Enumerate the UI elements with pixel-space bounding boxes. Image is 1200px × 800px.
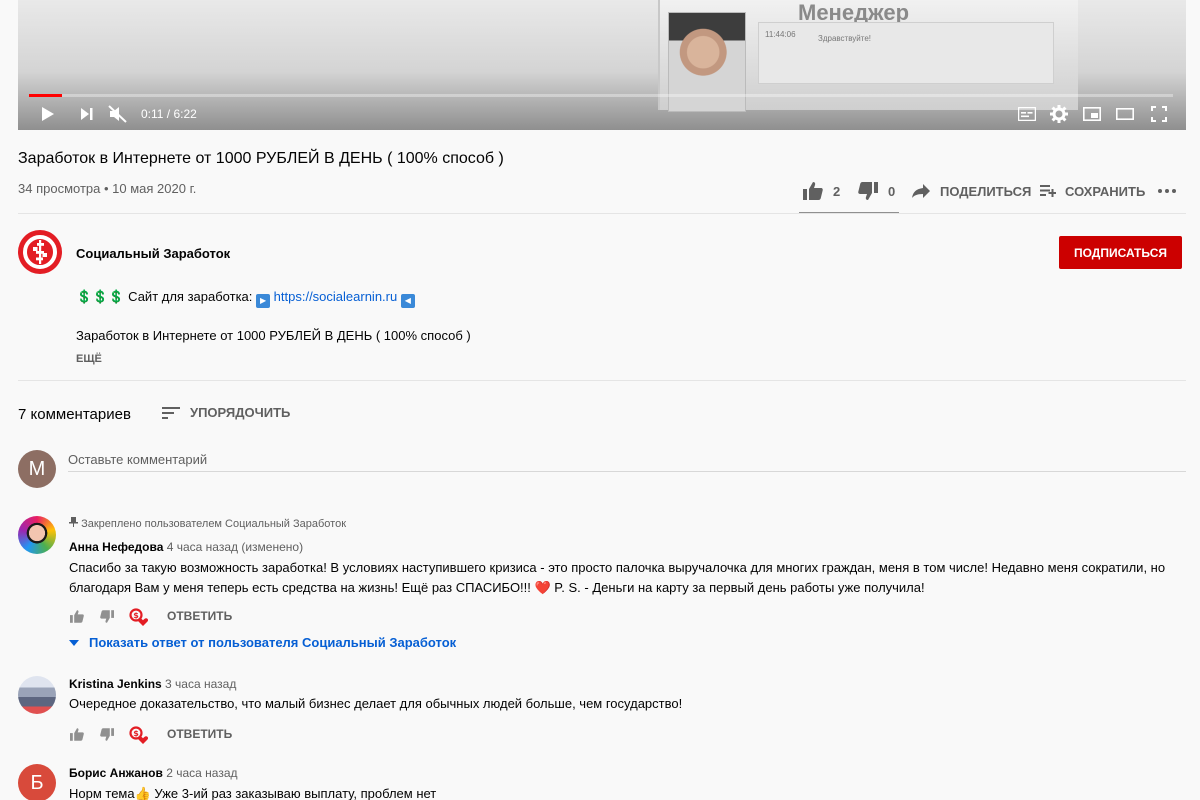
mute-icon[interactable] — [108, 104, 128, 124]
time-total: 6:22 — [173, 107, 197, 121]
comment-author[interactable]: Kristina Jenkins — [69, 677, 162, 691]
dislike-count: 0 — [888, 183, 896, 199]
video-player[interactable]: Менеджер 11:44:06 Здравствуйте! 0:11 / 6… — [18, 0, 1186, 130]
comment-author-line: Kristina Jenkins 3 часа назад — [69, 677, 236, 691]
comment-time[interactable]: 2 часа назад — [166, 766, 237, 780]
subscribe-button[interactable]: ПОДПИСАТЬСЯ — [1059, 236, 1182, 269]
comment-text: Норм тема👍 Уже 3-ий раз заказываю выплат… — [69, 786, 437, 800]
playlist-add-icon — [1040, 184, 1056, 198]
next-icon[interactable] — [77, 104, 97, 124]
thumb-up-icon — [803, 182, 823, 200]
pinned-label: Закреплено пользователем Социальный Зара… — [69, 517, 346, 530]
thumb-down-icon — [858, 182, 878, 200]
svg-text:$: $ — [133, 611, 139, 620]
like-count: 2 — [833, 183, 841, 199]
comment-author[interactable]: Анна Нефедова — [69, 540, 163, 554]
time-current: 0:11 — [141, 107, 164, 121]
user-avatar: M — [18, 450, 56, 488]
comment-input[interactable]: Оставьте комментарий — [68, 452, 1186, 472]
subtitles-icon[interactable] — [1017, 104, 1037, 124]
sort-icon — [162, 406, 180, 419]
time-display: 0:11 / 6:22 — [141, 107, 197, 121]
fullscreen-icon[interactable] — [1149, 104, 1169, 124]
play-arrow-icon: ▶ — [256, 294, 271, 308]
save-button[interactable]: СОХРАНИТЬ — [1040, 176, 1145, 206]
comment-author-line: Анна Нефедова 4 часа назад (изменено) — [69, 540, 303, 554]
video-frame-chat — [758, 22, 1054, 84]
show-replies-button[interactable]: Показать ответ от пользователя Социальны… — [69, 635, 456, 650]
more-actions-icon[interactable] — [1158, 176, 1176, 206]
commenter-avatar[interactable] — [18, 516, 56, 554]
video-frame-photo — [668, 12, 746, 112]
comments-count: 7 комментариев — [18, 406, 131, 423]
save-label: СОХРАНИТЬ — [1065, 183, 1146, 199]
miniplayer-icon[interactable] — [1082, 104, 1102, 124]
back-arrow-icon: ◀ — [400, 294, 415, 308]
thumb-up-icon[interactable] — [69, 726, 85, 742]
theater-mode-icon[interactable] — [1115, 104, 1135, 124]
comment-author-line: Борис Анжанов 2 часа назад — [69, 766, 238, 780]
channel-avatar[interactable] — [18, 230, 62, 274]
description-line-1: 💲💲💲 Сайт для заработка: ▶ https://social… — [76, 289, 415, 308]
comment-actions: $ ОТВЕТИТЬ — [69, 724, 232, 744]
show-more-button[interactable]: ЕЩЁ — [76, 353, 102, 365]
channel-name[interactable]: Социальный Заработок — [76, 246, 230, 261]
description-site-label: 💲💲💲 Сайт для заработка: — [76, 289, 253, 304]
thumb-down-icon[interactable] — [99, 608, 115, 624]
thumb-up-icon[interactable] — [69, 608, 85, 624]
play-icon[interactable] — [38, 104, 58, 124]
share-label: ПОДЕЛИТЬСЯ — [940, 183, 1032, 199]
progress-bar[interactable] — [29, 94, 1173, 97]
comment-time[interactable]: 4 часа назад (изменено) — [167, 540, 303, 554]
creator-heart-icon: $ — [129, 607, 149, 626]
svg-text:$: $ — [133, 729, 139, 738]
video-title: Заработок в Интернете от 1000 РУБЛЕЙ В Д… — [18, 150, 504, 167]
comment-author[interactable]: Борис Анжанов — [69, 766, 163, 780]
settings-gear-icon[interactable] — [1049, 104, 1069, 124]
creator-heart-icon: $ — [129, 725, 149, 744]
dislike-button[interactable]: 0 — [858, 176, 895, 206]
comment-text: Очередное доказательство, что малый бизн… — [69, 696, 683, 711]
description-link[interactable]: https://socialearnin.ru — [274, 289, 398, 304]
sort-button[interactable]: УПОРЯДОЧИТЬ — [162, 405, 290, 420]
thumb-down-icon[interactable] — [99, 726, 115, 742]
reply-button[interactable]: ОТВЕТИТЬ — [167, 727, 232, 741]
sort-label: УПОРЯДОЧИТЬ — [190, 405, 291, 420]
video-frame-time: 11:44:06 — [765, 30, 796, 39]
description-line-2: Заработок в Интернете от 1000 РУБЛЕЙ В Д… — [76, 328, 471, 343]
share-button[interactable]: ПОДЕЛИТЬСЯ — [912, 176, 1031, 206]
video-meta: 34 просмотра • 10 мая 2020 г. — [18, 181, 197, 196]
progress-fill — [29, 94, 63, 97]
comment-actions: $ ОТВЕТИТЬ — [69, 606, 232, 626]
reply-button[interactable]: ОТВЕТИТЬ — [167, 609, 232, 623]
chevron-down-icon — [69, 639, 79, 646]
like-button[interactable]: 2 — [803, 176, 840, 206]
video-frame-message: Здравствуйте! — [818, 34, 872, 43]
comment-time[interactable]: 3 часа назад — [165, 677, 236, 691]
divider-top — [18, 213, 1186, 214]
dollar-logo-icon — [23, 235, 57, 269]
commenter-avatar[interactable]: Б — [18, 764, 56, 800]
divider-description — [18, 380, 1186, 381]
share-arrow-icon — [912, 184, 930, 198]
commenter-avatar[interactable] — [18, 676, 56, 714]
pin-icon — [69, 517, 81, 530]
comment-text: Спасибо за такую возможность заработка! … — [69, 560, 1166, 595]
